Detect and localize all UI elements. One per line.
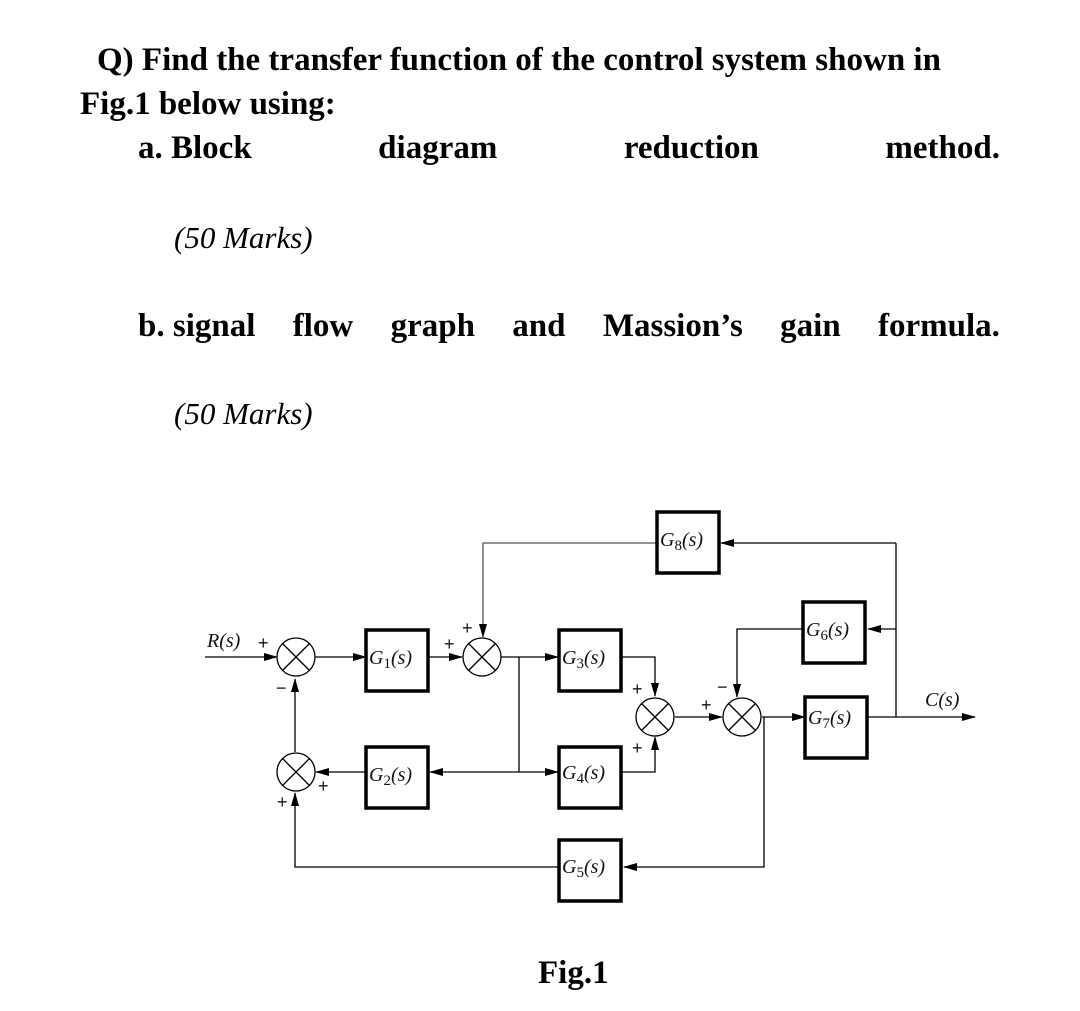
sign-s2-top: + [462,618,473,638]
output-label: C(s) [925,689,960,711]
summing-junction-2 [462,637,502,677]
sign-s2-left: + [444,634,455,654]
s4-to-g5-line [623,717,765,871]
block-g4-label: G4(s) [562,762,605,787]
input-label: R(s) [206,630,241,652]
sign-s3-bottom: + [632,738,643,758]
block-g8-label: G8(s) [660,529,703,554]
block-g5-label: G5(s) [562,856,605,881]
g6-to-s4-line [733,628,803,698]
figure-caption: Fig.1 [538,955,609,991]
summing-junction-4 [722,697,762,737]
sign-s1-feedback: − [276,678,287,698]
sign-s4-left: + [701,695,712,715]
summing-junction-5 [276,752,316,792]
sign-s5-bottom: + [277,792,288,812]
block-g6-label: G6(s) [806,619,849,644]
sign-s4-top: − [717,677,728,697]
block-g3-label: G3(s) [562,647,605,672]
block-g1-label: G1(s) [369,647,412,672]
sign-s1-input: + [258,633,269,653]
block-diagram: G1(s) G2(s) G3(s) G4(s) G5(s) G6(s) G7(s… [205,510,976,903]
sign-s5-right: + [318,776,329,796]
summing-junction-3 [635,697,675,737]
summing-junction-1 [276,637,316,677]
g8-to-s2-line [479,542,657,638]
block-g7-label: G7(s) [808,707,851,732]
block-g2-label: G2(s) [369,764,412,789]
sign-s3-top: + [632,679,643,699]
